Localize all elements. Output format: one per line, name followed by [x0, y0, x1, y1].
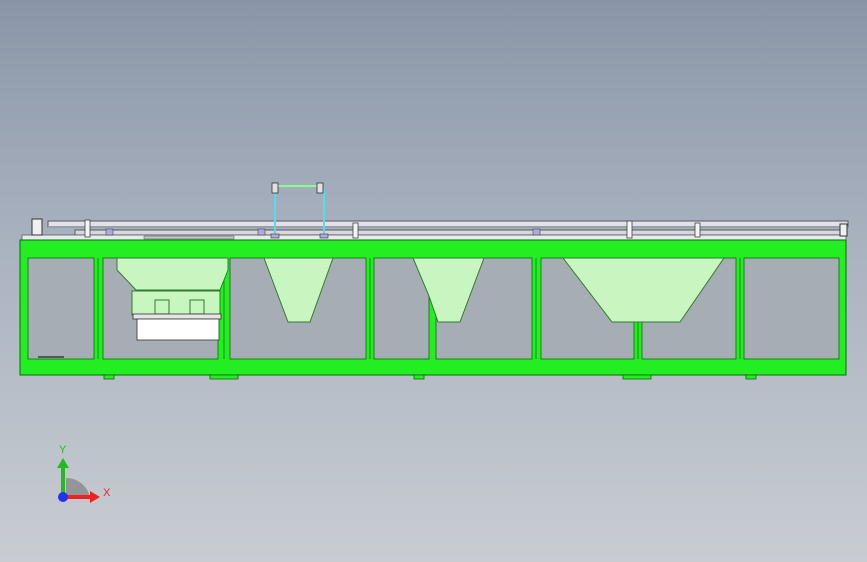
frame-foot[interactable]	[103, 374, 115, 380]
cad-graphics-area[interactable]: Y X	[0, 0, 867, 562]
feeder-plate[interactable]	[132, 313, 222, 320]
support-clamp-right[interactable]	[316, 182, 324, 194]
triad-rotation-arc	[66, 477, 90, 498]
support-base-left[interactable]	[270, 233, 280, 239]
orientation-triad[interactable]	[57, 458, 100, 503]
end-bracket-right[interactable]	[839, 223, 848, 237]
z-axis-origin-icon	[58, 492, 68, 502]
x-axis-arrowhead-icon	[90, 491, 100, 503]
frame-opening	[743, 257, 840, 360]
hopper[interactable]	[116, 257, 229, 291]
clamp-block[interactable]	[532, 228, 541, 236]
frame-foot[interactable]	[622, 374, 652, 380]
end-bracket-left[interactable]	[31, 218, 43, 236]
rail-post[interactable]	[352, 222, 359, 239]
clamp-block[interactable]	[257, 228, 266, 236]
y-axis-label: Y	[59, 444, 67, 456]
assembly-drawing[interactable]	[0, 0, 867, 562]
frame-foot[interactable]	[209, 374, 239, 380]
top-rail-shadow	[48, 226, 848, 228]
x-axis-label: X	[103, 487, 111, 499]
rail-post[interactable]	[626, 220, 633, 239]
y-axis-arrowhead-icon	[57, 458, 69, 468]
frame-foot[interactable]	[413, 374, 425, 380]
frame-foot[interactable]	[745, 374, 757, 380]
rail-post[interactable]	[694, 222, 701, 238]
rail-post[interactable]	[84, 219, 91, 238]
frame-opening	[27, 257, 95, 360]
frame-assembly[interactable]	[19, 182, 849, 380]
clamp-block[interactable]	[105, 228, 114, 236]
lower-rail[interactable]	[74, 229, 846, 236]
feeder-body[interactable]	[131, 290, 221, 316]
support-clamp-left[interactable]	[271, 182, 279, 194]
support-base-right[interactable]	[319, 233, 329, 239]
cover-plate	[143, 235, 235, 240]
feeder-tray[interactable]	[136, 318, 220, 341]
